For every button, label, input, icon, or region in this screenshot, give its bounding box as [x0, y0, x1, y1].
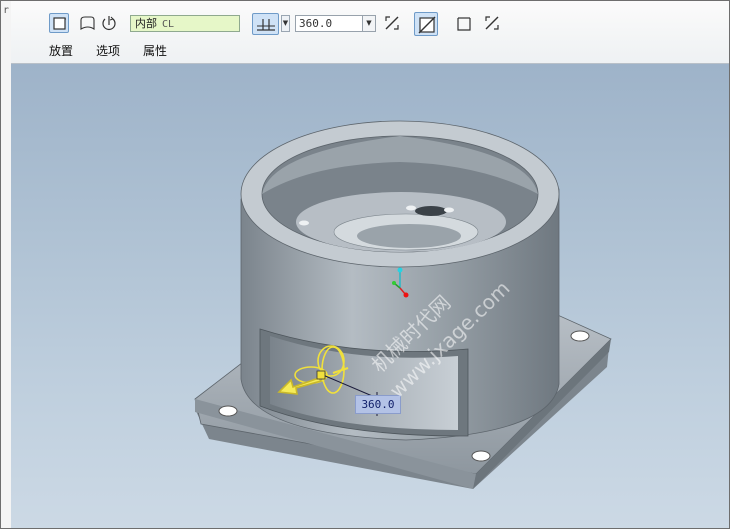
angle-value-combo[interactable]: 360.0 ▼ [295, 15, 376, 32]
tab-options[interactable]: 选项 [96, 42, 120, 59]
flip-angle-icon [385, 16, 399, 30]
surface-button[interactable] [77, 13, 97, 33]
flip-direction-button[interactable] [99, 13, 119, 33]
graphics-viewport[interactable]: 360.0 机械时代网 www.jxage.com [11, 64, 729, 528]
revolve-tool-window: r 内部 CL ▼ 360.0 ▼ 放置 选项 属性 360.0 机械时代网 w… [0, 0, 730, 529]
solid-icon [53, 17, 66, 30]
angle-dropdown-arrow[interactable]: ▼ [362, 16, 375, 31]
angle-dimension-label[interactable]: 360.0 [355, 395, 401, 414]
axis-reference-label: 内部 [135, 17, 157, 30]
angle-option-button[interactable] [252, 13, 279, 35]
tab-properties[interactable]: 属性 [143, 42, 167, 59]
datum-point [403, 292, 409, 298]
remove-material-button[interactable] [414, 12, 438, 36]
flip-thicken-button[interactable] [482, 13, 502, 33]
part-model [194, 120, 612, 489]
revolve-dashboard: 内部 CL ▼ 360.0 ▼ 放置 选项 属性 [11, 1, 729, 64]
thicken-icon [457, 17, 471, 31]
flip-angle-button[interactable] [382, 13, 402, 33]
surface-icon [80, 16, 95, 31]
axis-reference-tag: CL [162, 19, 175, 30]
angle-value: 360.0 [299, 17, 333, 30]
angle-option-dropdown[interactable]: ▼ [281, 15, 290, 32]
angle-from-sketch-icon [257, 19, 275, 31]
axis-reference-collector[interactable]: 内部 CL [130, 15, 240, 32]
left-edge-mark: r [3, 5, 10, 16]
tab-placement[interactable]: 放置 [49, 42, 73, 59]
thicken-button[interactable] [454, 13, 474, 33]
solid-button[interactable] [49, 13, 69, 33]
remove-material-icon [418, 16, 436, 34]
flip-thicken-icon [485, 16, 499, 30]
flip-direction-icon [102, 16, 116, 30]
